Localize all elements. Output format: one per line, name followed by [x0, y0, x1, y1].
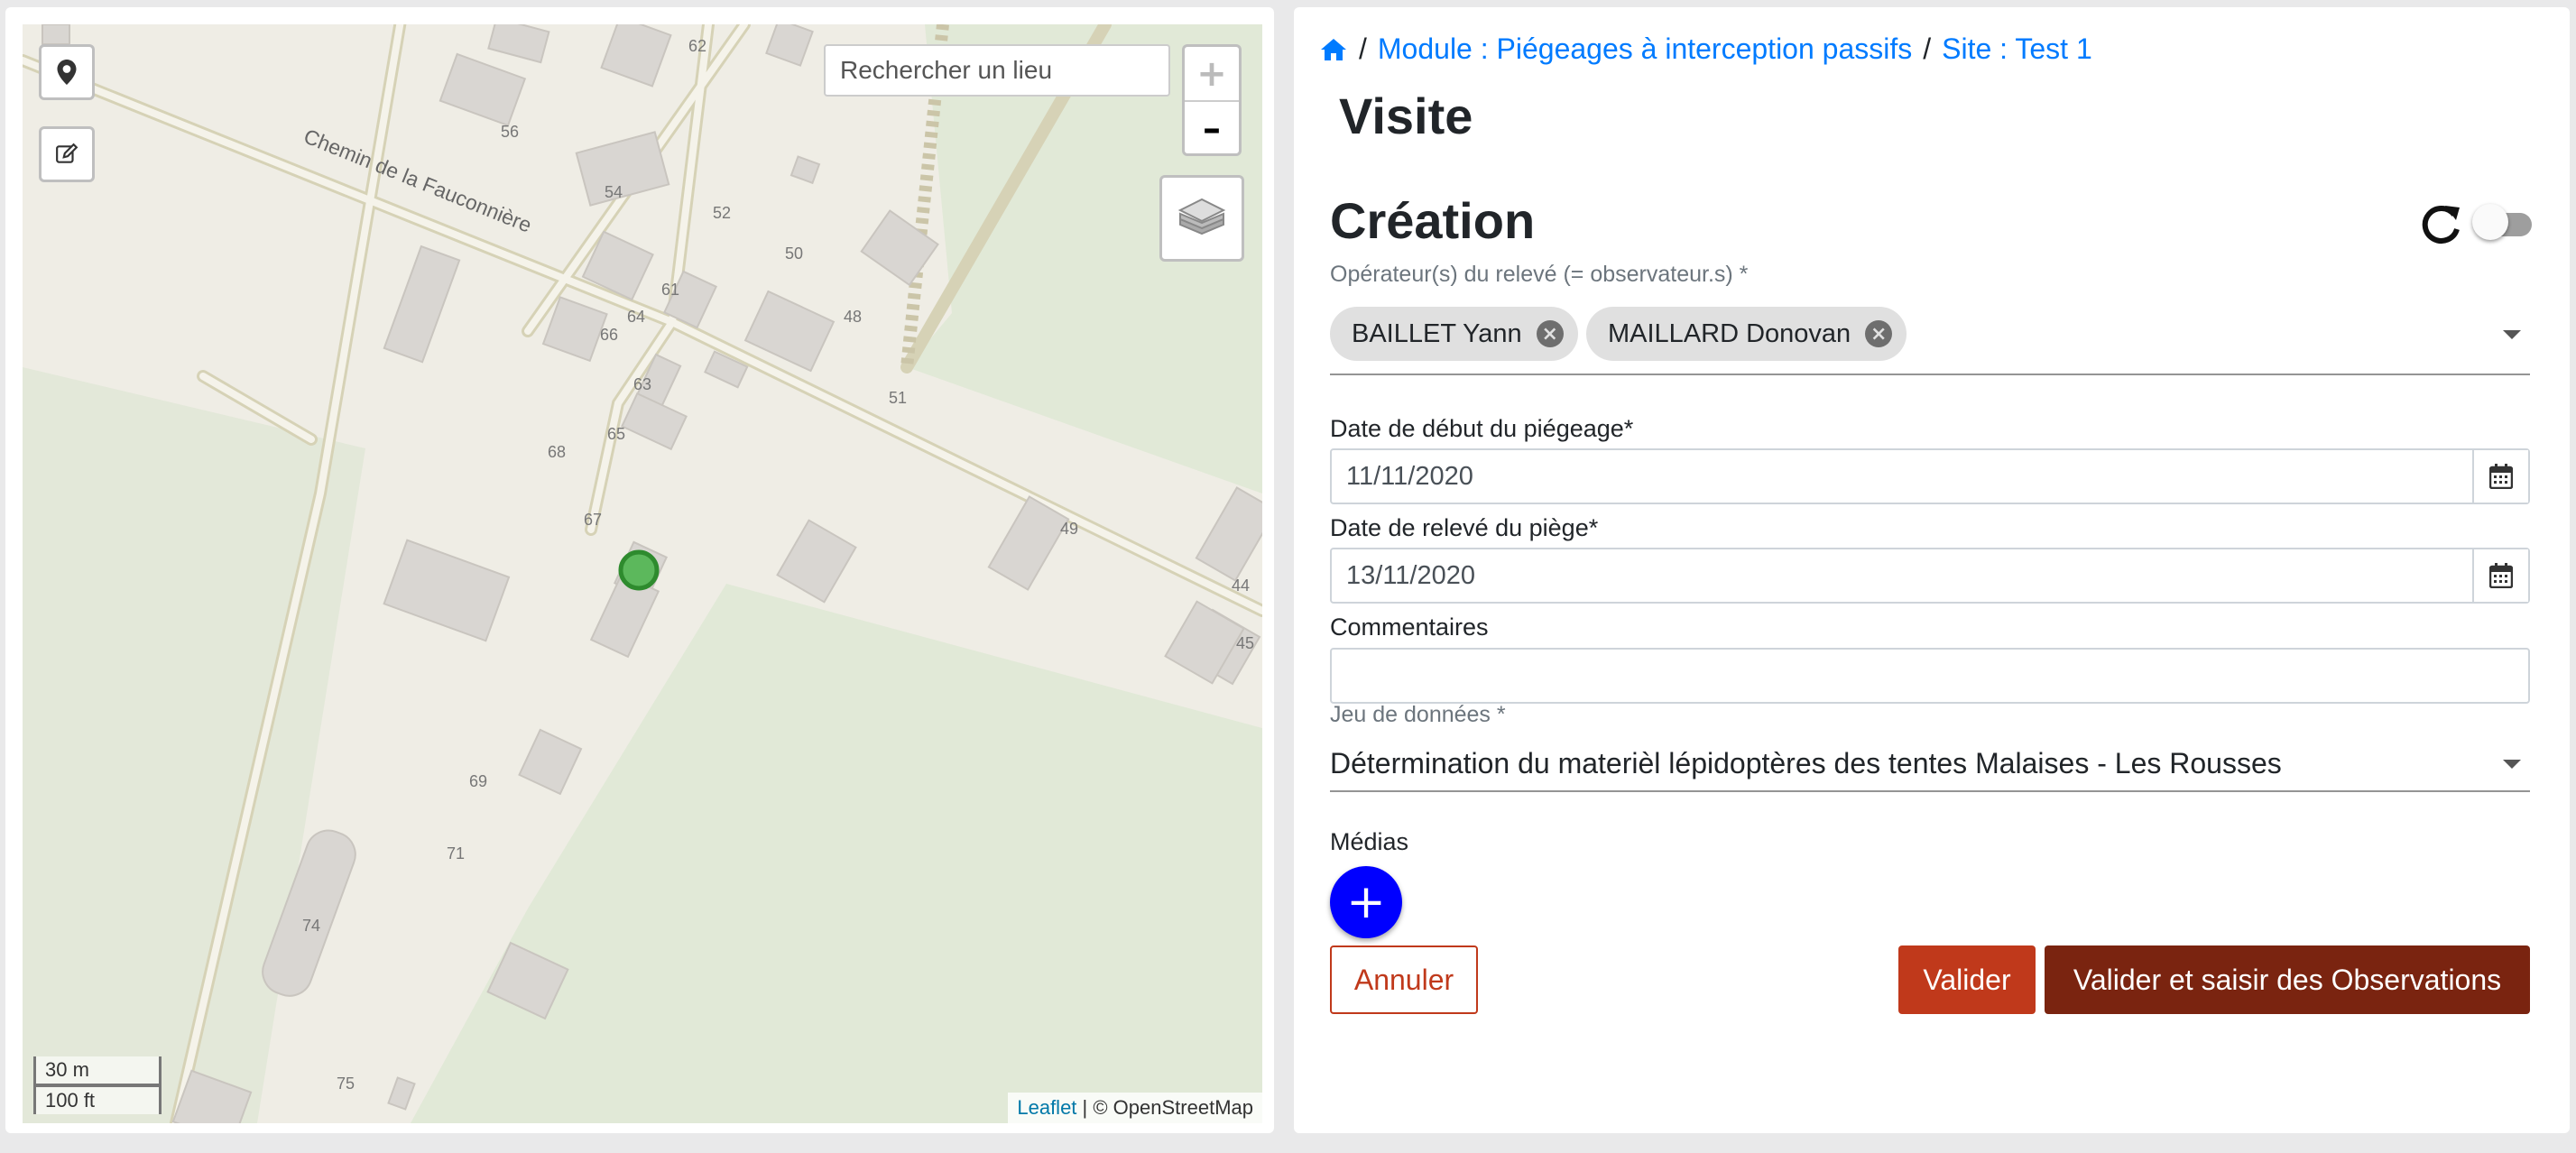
svg-text:52: 52	[713, 204, 731, 222]
chevron-down-icon[interactable]	[2503, 330, 2521, 339]
start-date-field[interactable]: 11/11/2020	[1330, 448, 2530, 504]
svg-text:63: 63	[633, 375, 651, 393]
layers-button[interactable]	[1159, 175, 1244, 262]
svg-text:75: 75	[337, 1075, 355, 1093]
media-label: Médias	[1330, 828, 1409, 855]
chip-remove-icon[interactable]: ×	[1536, 320, 1564, 347]
locate-button[interactable]	[39, 44, 95, 100]
svg-text:49: 49	[1060, 520, 1078, 538]
scale-metric: 30 m	[33, 1056, 162, 1086]
form-title: Création	[1330, 192, 1536, 249]
breadcrumb: / Module : Piégeages à interception pass…	[1319, 32, 2092, 66]
map-panel: Chemin de la Fauconnière 62 56 54 52 50 …	[5, 7, 1274, 1133]
toggle-knob[interactable]	[2472, 204, 2508, 240]
svg-text:50: 50	[785, 244, 803, 263]
form-panel: / Module : Piégeages à interception pass…	[1294, 7, 2570, 1133]
comments-field[interactable]	[1330, 648, 2530, 704]
breadcrumb-separator: /	[1359, 32, 1367, 65]
svg-text:62: 62	[688, 37, 706, 55]
svg-text:67: 67	[584, 511, 602, 529]
trap-date-value[interactable]: 13/11/2020	[1332, 549, 2472, 602]
dataset-value: Détermination du materièl lépidoptères d…	[1330, 746, 2282, 779]
svg-text:64: 64	[627, 308, 645, 326]
leaflet-link[interactable]: Leaflet	[1017, 1096, 1076, 1119]
zoom-out-button[interactable]: –	[1185, 100, 1239, 153]
home-icon[interactable]	[1319, 37, 1348, 62]
map-pin-icon	[57, 60, 77, 85]
chevron-down-icon[interactable]	[2503, 760, 2521, 769]
start-date-label: Date de début du piégeage*	[1330, 415, 1634, 442]
map-tiles: Chemin de la Fauconnière 62 56 54 52 50 …	[23, 24, 1262, 1123]
svg-text:61: 61	[661, 281, 679, 299]
calendar-icon	[2489, 464, 2513, 489]
breadcrumb-site-link[interactable]: Site : Test 1	[1942, 32, 2092, 66]
svg-text:74: 74	[302, 917, 320, 935]
svg-text:68: 68	[548, 443, 566, 461]
attribution-text: | © OpenStreetMap	[1076, 1096, 1253, 1119]
map-view[interactable]: Chemin de la Fauconnière 62 56 54 52 50 …	[23, 24, 1262, 1123]
svg-text:71: 71	[447, 844, 465, 862]
dataset-label: Jeu de données *	[1330, 702, 1506, 727]
svg-text:65: 65	[607, 425, 625, 443]
svg-text:56: 56	[501, 123, 519, 141]
operator-chip[interactable]: MAILLARD Donovan ×	[1586, 307, 1907, 361]
reset-toggle-area	[2418, 193, 2535, 251]
svg-text:66: 66	[600, 326, 618, 344]
calendar-icon	[2489, 563, 2513, 588]
svg-text:48: 48	[844, 308, 862, 326]
location-marker	[618, 549, 660, 591]
dataset-select[interactable]: Détermination du materièl lépidoptères d…	[1330, 736, 2530, 792]
trap-date-label: Date de relevé du piège*	[1330, 514, 1599, 541]
operators-select[interactable]: BAILLET Yann × MAILLARD Donovan ×	[1330, 300, 2530, 375]
cancel-button[interactable]: Annuler	[1330, 945, 1478, 1014]
operators-label: Opérateur(s) du relevé (= observateur.s)…	[1330, 262, 1749, 287]
calendar-button[interactable]	[2472, 549, 2528, 602]
comments-label: Commentaires	[1330, 613, 1489, 641]
chip-label: MAILLARD Donovan	[1608, 318, 1851, 348]
page-title: Visite	[1339, 88, 1473, 144]
edit-geometry-button[interactable]	[39, 126, 95, 182]
map-scale: 30 m 100 ft	[33, 1056, 162, 1114]
place-search-input[interactable]	[824, 44, 1170, 97]
svg-text:54: 54	[605, 183, 623, 201]
validate-and-add-observations-button[interactable]: Valider et saisir des Observations	[2045, 945, 2530, 1014]
svg-text:51: 51	[889, 389, 907, 407]
scale-imperial: 100 ft	[33, 1084, 162, 1114]
svg-text:45: 45	[1236, 634, 1254, 652]
breadcrumb-separator: /	[1923, 32, 1932, 65]
operator-chip[interactable]: BAILLET Yann ×	[1330, 307, 1578, 361]
edit-icon	[56, 143, 78, 163]
layers-icon	[1177, 198, 1226, 235]
map-attribution: Leaflet | © OpenStreetMap	[1008, 1093, 1262, 1123]
svg-text:44: 44	[1232, 576, 1250, 595]
start-date-value[interactable]: 11/11/2020	[1332, 450, 2472, 503]
chip-remove-icon[interactable]: ×	[1865, 320, 1893, 347]
validate-button[interactable]: Valider	[1898, 945, 2036, 1014]
calendar-button[interactable]	[2472, 450, 2528, 503]
svg-text:69: 69	[469, 772, 487, 790]
trap-date-field[interactable]: 13/11/2020	[1330, 548, 2530, 604]
add-media-button[interactable]: +	[1330, 866, 1402, 938]
refresh-icon[interactable]	[2418, 202, 2463, 247]
chip-label: BAILLET Yann	[1352, 318, 1522, 348]
zoom-in-button[interactable]: +	[1185, 47, 1239, 100]
breadcrumb-module-link[interactable]: Module : Piégeages à interception passif…	[1378, 32, 1912, 66]
zoom-control: + –	[1182, 44, 1242, 156]
